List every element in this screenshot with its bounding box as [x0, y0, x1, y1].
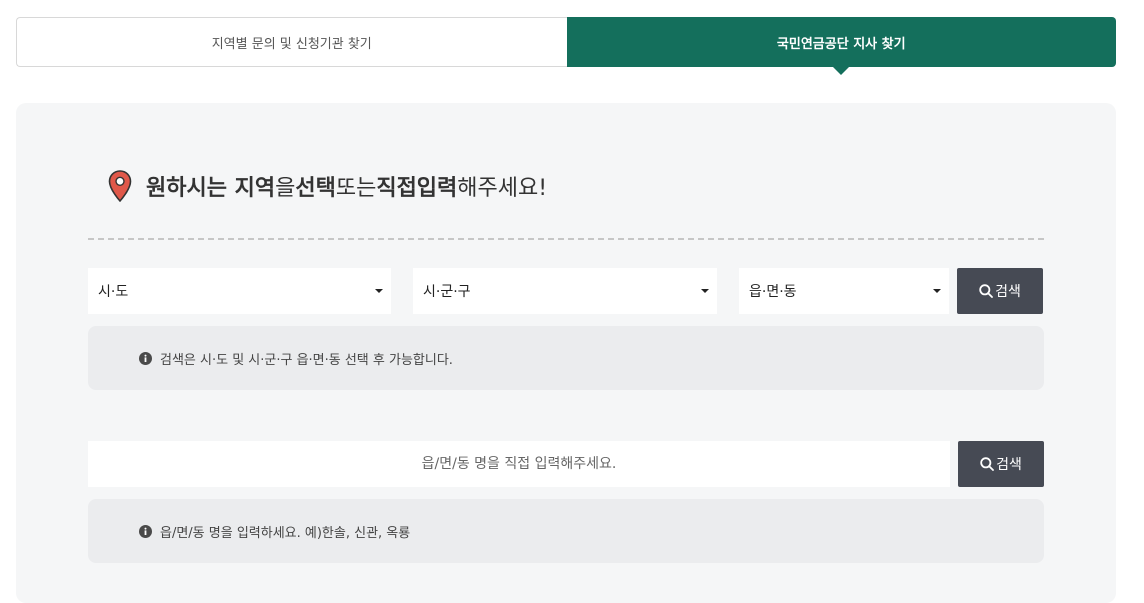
sido-select-value: 시·도 [98, 284, 129, 300]
dong-direct-input[interactable] [88, 441, 950, 487]
heading-select-text: 선택 [295, 176, 336, 201]
search-button-label: 검색 [995, 284, 1021, 300]
heading-direct-text: 직접입력 [376, 176, 458, 201]
tab-regional-inquiry[interactable]: 지역별 문의 및 신청기관 찾기 [16, 17, 567, 67]
direct-search-button[interactable]: 검색 [958, 441, 1044, 487]
heading-text: 을 [275, 176, 296, 201]
chevron-down-icon [701, 289, 709, 293]
select-notice-text: 검색은 시·도 및 시·군·구 읍·면·동 선택 후 가능합니다. [160, 352, 453, 368]
search-icon [979, 284, 994, 298]
info-icon [139, 351, 152, 365]
tab-bar: 지역별 문의 및 신청기관 찾기 국민연금공단 지사 찾기 [16, 17, 1116, 75]
sigungu-select-value: 시·군·구 [423, 284, 471, 300]
chevron-down-icon [375, 289, 383, 293]
search-icon [980, 457, 995, 471]
heading-text: 해주세요! [457, 176, 548, 201]
info-icon [139, 524, 152, 538]
sido-select[interactable]: 시·도 [88, 268, 391, 314]
chevron-down-icon [933, 289, 941, 293]
active-tab-caret-icon [833, 67, 850, 75]
dashed-divider [88, 238, 1044, 240]
heading-region-text: 원하시는 지역 [146, 176, 276, 201]
panel-heading: 원하시는 지역 을 선택 또는 직접입력 해주세요! [108, 170, 547, 202]
heading-text: 또는 [335, 176, 377, 201]
select-notice-box: 검색은 시·도 및 시·군·구 읍·면·동 선택 후 가능합니다. [88, 326, 1044, 390]
dong-select-value: 읍·면·동 [749, 284, 797, 300]
select-search-button[interactable]: 검색 [957, 268, 1043, 314]
tab-branch-finder[interactable]: 국민연금공단 지사 찾기 [566, 17, 1116, 75]
tab-label: 지역별 문의 및 신청기관 찾기 [211, 36, 372, 52]
dong-select[interactable]: 읍·면·동 [739, 268, 949, 314]
search-button-label: 검색 [996, 457, 1022, 473]
map-pin-icon [108, 170, 132, 202]
tab-label: 국민연금공단 지사 찾기 [776, 36, 906, 52]
sigungu-select[interactable]: 시·군·구 [413, 268, 717, 314]
direct-notice-text: 읍/면/동 명을 입력하세요. 예)한솔, 신관, 옥룡 [160, 525, 411, 541]
direct-notice-box: 읍/면/동 명을 입력하세요. 예)한솔, 신관, 옥룡 [88, 499, 1044, 563]
